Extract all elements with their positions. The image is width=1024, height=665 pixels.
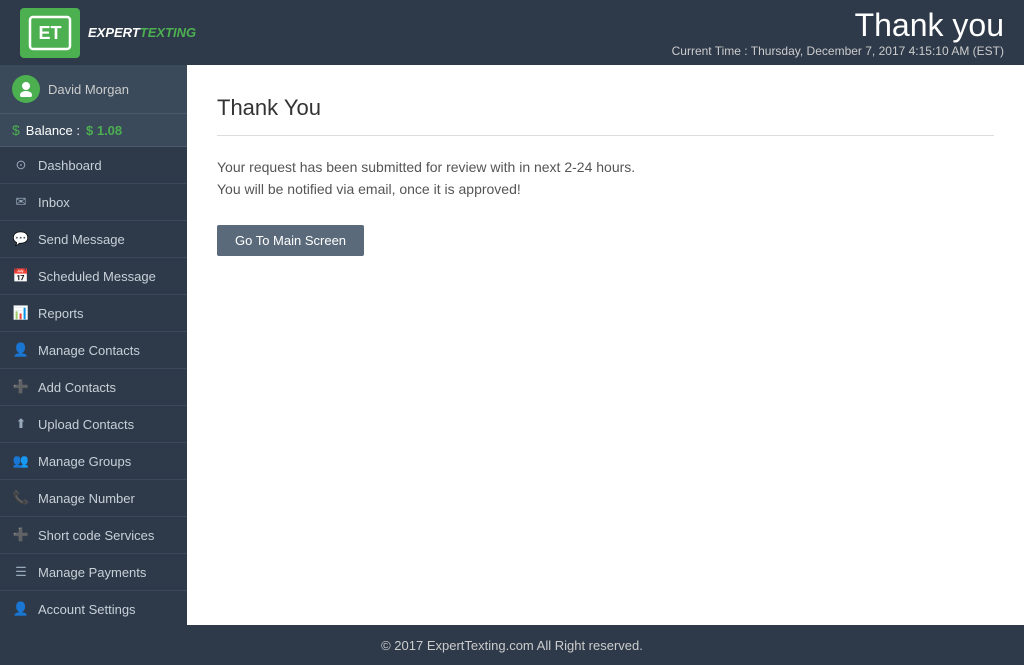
nav-icon-11: ☰ xyxy=(12,563,30,581)
avatar xyxy=(12,75,40,103)
logo-area: ET EXPERTTEXTING xyxy=(20,8,196,58)
logo-icon: ET xyxy=(28,15,72,51)
sidebar-item-dashboard[interactable]: ⊙ Dashboard xyxy=(0,147,187,183)
thank-you-message: Your request has been submitted for revi… xyxy=(217,156,994,201)
balance-label: Balance : xyxy=(26,123,80,138)
nav-icon-1: ✉ xyxy=(12,193,30,211)
svg-text:ET: ET xyxy=(38,23,61,43)
sidebar-balance: $ Balance : $ 1.08 xyxy=(0,114,187,147)
nav-label-6: Add Contacts xyxy=(38,380,116,395)
sidebar-item-manage-groups[interactable]: 👥 Manage Groups xyxy=(0,443,187,479)
nav-label-9: Manage Number xyxy=(38,491,135,506)
sidebar-item-scheduled-message[interactable]: 📅 Scheduled Message xyxy=(0,258,187,294)
nav-label-0: Dashboard xyxy=(38,158,102,173)
nav-icon-5: 👤 xyxy=(12,341,30,359)
footer-text: © 2017 ExpertTexting.com All Right reser… xyxy=(381,638,643,653)
nav-icon-8: 👥 xyxy=(12,452,30,470)
sidebar-item-add-contacts[interactable]: ➕ Add Contacts xyxy=(0,369,187,405)
header-title: Thank you xyxy=(672,7,1004,44)
top-header: ET EXPERTTEXTING Thank you Current Time … xyxy=(0,0,1024,65)
logo-box: ET xyxy=(20,8,80,58)
nav-label-7: Upload Contacts xyxy=(38,417,134,432)
sidebar-item-upload-contacts[interactable]: ⬆ Upload Contacts xyxy=(0,406,187,442)
main-layout: David Morgan $ Balance : $ 1.08 ⊙ Dashboa… xyxy=(0,65,1024,625)
nav-icon-10: ➕ xyxy=(12,526,30,544)
nav-label-8: Manage Groups xyxy=(38,454,131,469)
sidebar-item-reports[interactable]: 📊 Reports xyxy=(0,295,187,331)
nav-icon-9: 📞 xyxy=(12,489,30,507)
message-line1: Your request has been submitted for revi… xyxy=(217,156,994,178)
sidebar-user: David Morgan xyxy=(0,65,187,114)
nav-icon-2: 💬 xyxy=(12,230,30,248)
nav-icon-3: 📅 xyxy=(12,267,30,285)
main-content: Thank You Your request has been submitte… xyxy=(187,65,1024,625)
footer: © 2017 ExpertTexting.com All Right reser… xyxy=(0,625,1024,665)
sidebar-item-short-code-services[interactable]: ➕ Short code Services xyxy=(0,517,187,553)
sidebar-item-manage-payments[interactable]: ☰ Manage Payments xyxy=(0,554,187,590)
nav-label-1: Inbox xyxy=(38,195,70,210)
nav-label-5: Manage Contacts xyxy=(38,343,140,358)
nav-label-4: Reports xyxy=(38,306,84,321)
logo-text: EXPERTTEXTING xyxy=(88,25,196,40)
nav-icon-4: 📊 xyxy=(12,304,30,322)
header-time: Current Time : Thursday, December 7, 201… xyxy=(672,44,1004,58)
nav-label-2: Send Message xyxy=(38,232,125,247)
nav-label-3: Scheduled Message xyxy=(38,269,156,284)
sidebar: David Morgan $ Balance : $ 1.08 ⊙ Dashboa… xyxy=(0,65,187,625)
nav-label-12: Account Settings xyxy=(38,602,136,617)
nav-icon-0: ⊙ xyxy=(12,156,30,174)
page-heading: Thank You xyxy=(217,95,994,121)
nav-icon-6: ➕ xyxy=(12,378,30,396)
divider xyxy=(217,135,994,136)
logo-texting: TEXTING xyxy=(140,25,196,40)
nav-icon-12: 👤 xyxy=(12,600,30,618)
sidebar-item-manage-contacts[interactable]: 👤 Manage Contacts xyxy=(0,332,187,368)
nav-icon-7: ⬆ xyxy=(12,415,30,433)
user-name: David Morgan xyxy=(48,82,129,97)
sidebar-item-manage-number[interactable]: 📞 Manage Number xyxy=(0,480,187,516)
nav-label-11: Manage Payments xyxy=(38,565,146,580)
sidebar-nav: ⊙ Dashboard ✉ Inbox 💬 Send Message 📅 Scheduled … xyxy=(0,147,187,625)
go-to-main-button[interactable]: Go To Main Screen xyxy=(217,225,364,256)
logo-expert: EXPERT xyxy=(88,25,140,40)
balance-value: $ 1.08 xyxy=(86,123,122,138)
nav-label-10: Short code Services xyxy=(38,528,154,543)
sidebar-item-account-settings[interactable]: 👤 Account Settings xyxy=(0,591,187,625)
balance-icon: $ xyxy=(12,122,20,138)
sidebar-item-inbox[interactable]: ✉ Inbox xyxy=(0,184,187,220)
sidebar-item-send-message[interactable]: 💬 Send Message xyxy=(0,221,187,257)
header-right: Thank you Current Time : Thursday, Decem… xyxy=(672,7,1004,58)
message-line2: You will be notified via email, once it … xyxy=(217,178,994,200)
